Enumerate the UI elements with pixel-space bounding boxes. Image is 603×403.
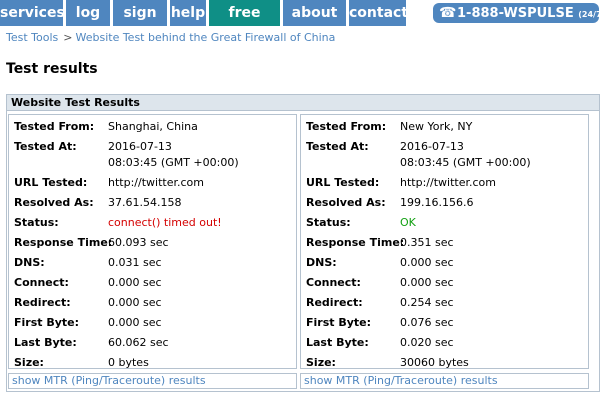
label-dns: DNS:: [14, 256, 45, 269]
phone-badge[interactable]: ☎1-888-WSPULSE (24/7): [433, 3, 603, 23]
label-dns: DNS:: [306, 256, 337, 269]
breadcrumb-separator: >: [63, 31, 73, 44]
label-connect: Connect:: [306, 276, 361, 289]
nav-free-tools[interactable]: free tools: [209, 0, 280, 47]
label-tested-at: Tested At:: [306, 140, 369, 153]
value-tested-at-date: 2016-07-13: [108, 140, 172, 153]
nav-help[interactable]: help: [170, 0, 206, 26]
mtr-link-left[interactable]: show MTR (Ping/Traceroute) results: [8, 373, 297, 389]
value-resolved-as: 199.16.156.6: [400, 196, 474, 209]
value-url-tested: http://twitter.com: [400, 176, 496, 189]
phone-hours: (24/7): [578, 10, 603, 19]
value-dns: 0.000 sec: [400, 256, 454, 269]
label-redirect: Redirect:: [306, 296, 363, 309]
nav-about-us[interactable]: about us: [283, 0, 346, 47]
label-last-byte: Last Byte:: [306, 336, 369, 349]
nav-services[interactable]: services: [0, 0, 65, 26]
nav-contact[interactable]: contact: [349, 0, 408, 26]
value-first-byte: 0.076 sec: [400, 316, 454, 329]
value-resolved-as: 37.61.54.158: [108, 196, 182, 209]
label-response-time: Response Time:: [306, 236, 405, 249]
label-connect: Connect:: [14, 276, 69, 289]
value-tested-from: New York, NY: [400, 120, 473, 133]
value-tested-at-date: 2016-07-13: [400, 140, 464, 153]
value-tested-at-time: 08:03:45 (GMT +00:00): [400, 156, 531, 169]
left-results: Tested From: Shanghai, China Tested At: 20…: [8, 114, 297, 369]
value-size: 30060 bytes: [400, 356, 469, 369]
phone-number: 1-888-WSPULSE: [457, 6, 574, 21]
label-size: Size:: [306, 356, 336, 369]
telephone-icon: ☎: [439, 5, 457, 21]
right-results: Tested From: New York, NY Tested At: 2016-…: [300, 114, 589, 369]
panel-title: Website Test Results: [7, 95, 599, 111]
value-connect: 0.000 sec: [108, 276, 162, 289]
value-last-byte: 0.020 sec: [400, 336, 454, 349]
top-nav: services log in sign up help free tools …: [0, 0, 603, 47]
value-status: OK: [400, 216, 416, 229]
label-last-byte: Last Byte:: [14, 336, 77, 349]
value-url-tested: http://twitter.com: [108, 176, 204, 189]
breadcrumb: Test Tools > Website Test behind the Great…: [6, 31, 335, 44]
label-resolved-as: Resolved As:: [306, 196, 386, 209]
value-connect: 0.000 sec: [400, 276, 454, 289]
results-panel: Website Test Results Tested From: Shangha…: [6, 94, 600, 392]
label-status: Status:: [14, 216, 59, 229]
breadcrumb-current[interactable]: Website Test behind the Great Firewall o…: [75, 31, 335, 44]
label-response-time: Response Time:: [14, 236, 113, 249]
value-redirect: 0.000 sec: [108, 296, 162, 309]
nav-log-in[interactable]: log in: [66, 0, 110, 47]
label-url-tested: URL Tested:: [14, 176, 88, 189]
value-redirect: 0.254 sec: [400, 296, 454, 309]
label-first-byte: First Byte:: [14, 316, 80, 329]
value-size: 0 bytes: [108, 356, 149, 369]
page-title: Test results: [6, 61, 98, 77]
value-tested-at-time: 08:03:45 (GMT +00:00): [108, 156, 239, 169]
value-last-byte: 60.062 sec: [108, 336, 169, 349]
value-status: connect() timed out!: [108, 216, 222, 229]
value-dns: 0.031 sec: [108, 256, 162, 269]
label-url-tested: URL Tested:: [306, 176, 380, 189]
label-first-byte: First Byte:: [306, 316, 372, 329]
value-tested-from: Shanghai, China: [108, 120, 198, 133]
label-redirect: Redirect:: [14, 296, 71, 309]
value-response-time: 60.093 sec: [108, 236, 169, 249]
label-tested-from: Tested From:: [14, 120, 95, 133]
label-status: Status:: [306, 216, 351, 229]
mtr-link-right[interactable]: show MTR (Ping/Traceroute) results: [300, 373, 589, 389]
label-tested-at: Tested At:: [14, 140, 77, 153]
breadcrumb-test-tools[interactable]: Test Tools: [6, 31, 58, 44]
nav-sign-up[interactable]: sign up: [113, 0, 167, 47]
value-first-byte: 0.000 sec: [108, 316, 162, 329]
label-size: Size:: [14, 356, 44, 369]
value-response-time: 0.351 sec: [400, 236, 454, 249]
label-tested-from: Tested From:: [306, 120, 387, 133]
label-resolved-as: Resolved As:: [14, 196, 94, 209]
